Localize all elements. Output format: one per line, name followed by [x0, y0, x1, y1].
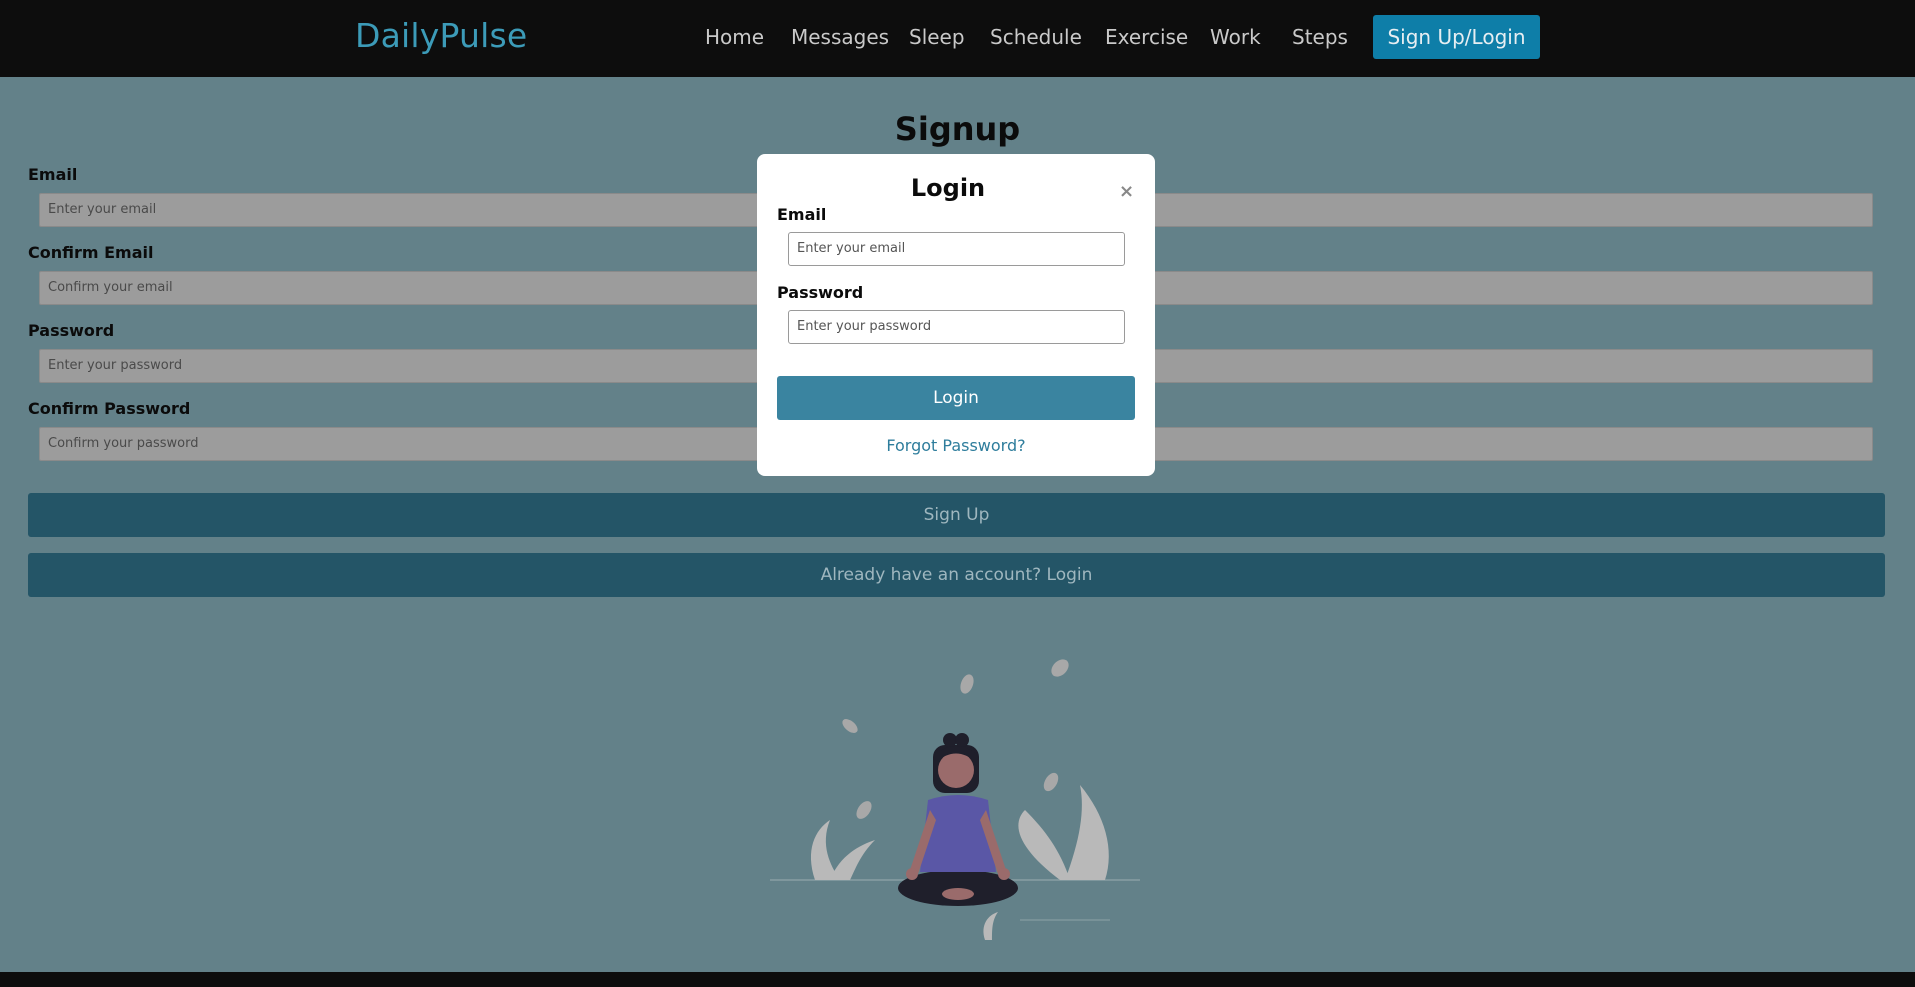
nav-work[interactable]: Work — [1210, 25, 1261, 49]
nav-sleep[interactable]: Sleep — [909, 25, 965, 49]
nav-home[interactable]: Home — [705, 25, 764, 49]
confirm-email-label: Confirm Email — [28, 243, 154, 262]
already-have-account-button[interactable]: Already have an account? Login — [28, 553, 1885, 597]
modal-password-input[interactable]: Enter your password — [788, 310, 1125, 344]
sign-up-button[interactable]: Sign Up — [28, 493, 1885, 537]
brand-logo[interactable]: DailyPulse — [355, 16, 527, 55]
close-icon[interactable]: × — [1119, 181, 1134, 202]
modal-title: Login — [910, 174, 986, 202]
modal-password-label: Password — [777, 283, 864, 302]
modal-login-button[interactable]: Login — [777, 376, 1135, 420]
password-label: Password — [28, 321, 115, 340]
meditation-illustration — [770, 659, 1140, 940]
confirm-password-label: Confirm Password — [28, 399, 191, 418]
login-modal: Login × Email Enter your email Password … — [757, 154, 1155, 476]
footer-strip — [0, 972, 1915, 987]
modal-email-label: Email — [777, 205, 827, 224]
signup-login-button[interactable]: Sign Up/Login — [1373, 15, 1540, 59]
nav-messages[interactable]: Messages — [791, 25, 889, 49]
nav-steps[interactable]: Steps — [1292, 25, 1348, 49]
signup-title: Signup — [894, 110, 1021, 148]
top-navbar: DailyPulse Home Messages Sleep Schedule … — [0, 0, 1915, 77]
nav-schedule[interactable]: Schedule — [990, 25, 1082, 49]
modal-email-input[interactable]: Enter your email — [788, 232, 1125, 266]
email-label: Email — [28, 165, 78, 184]
nav-exercise[interactable]: Exercise — [1105, 25, 1188, 49]
forgot-password-link[interactable]: Forgot Password? — [757, 436, 1155, 455]
